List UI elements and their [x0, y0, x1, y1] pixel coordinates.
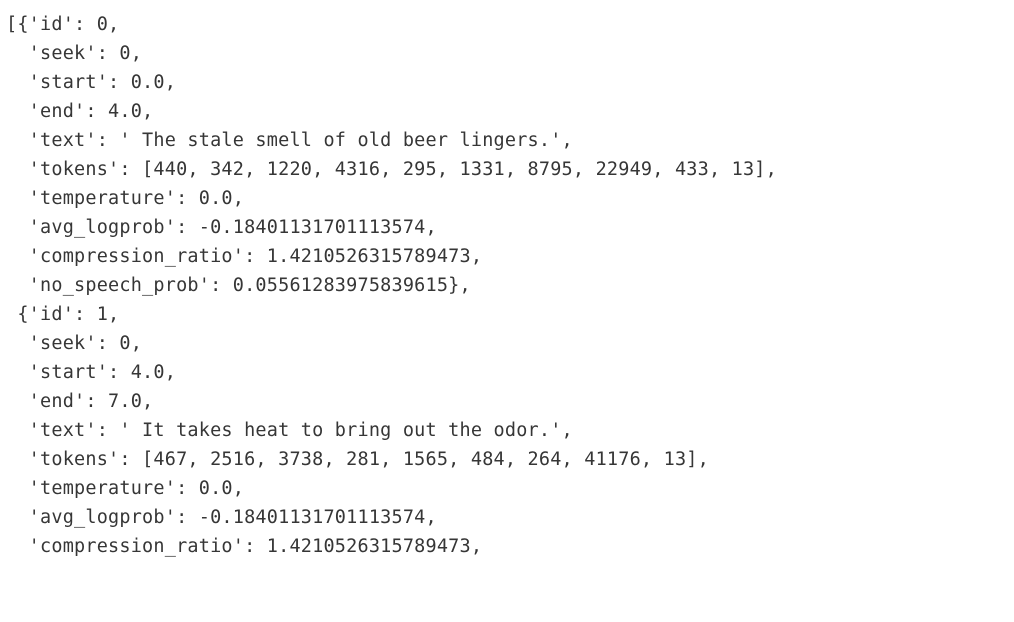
code-line: 'text': ' It takes heat to bring out the…	[6, 420, 573, 441]
code-line: 'seek': 0,	[6, 333, 142, 354]
code-line: 'start': 0.0,	[6, 72, 176, 93]
code-line: 'temperature': 0.0,	[6, 478, 244, 499]
code-line: 'temperature': 0.0,	[6, 188, 244, 209]
code-line: 'tokens': [467, 2516, 3738, 281, 1565, 4…	[6, 449, 709, 470]
code-line: [{'id': 0,	[6, 14, 119, 35]
code-line: 'no_speech_prob': 0.05561283975839615},	[6, 275, 471, 296]
code-line: 'end': 4.0,	[6, 101, 153, 122]
code-line: 'text': ' The stale smell of old beer li…	[6, 130, 573, 151]
code-line: 'end': 7.0,	[6, 391, 153, 412]
code-line: 'avg_logprob': -0.18401131701113574,	[6, 217, 437, 238]
code-output: [{'id': 0, 'seek': 0, 'start': 0.0, 'end…	[0, 0, 1014, 567]
code-line: 'tokens': [440, 342, 1220, 4316, 295, 13…	[6, 159, 777, 180]
code-line: {'id': 1,	[6, 304, 119, 325]
code-line: 'compression_ratio': 1.4210526315789473,	[6, 246, 482, 267]
code-line: 'seek': 0,	[6, 43, 142, 64]
code-line: 'avg_logprob': -0.18401131701113574,	[6, 507, 437, 528]
code-line: 'compression_ratio': 1.4210526315789473,	[6, 536, 482, 557]
code-line: 'start': 4.0,	[6, 362, 176, 383]
